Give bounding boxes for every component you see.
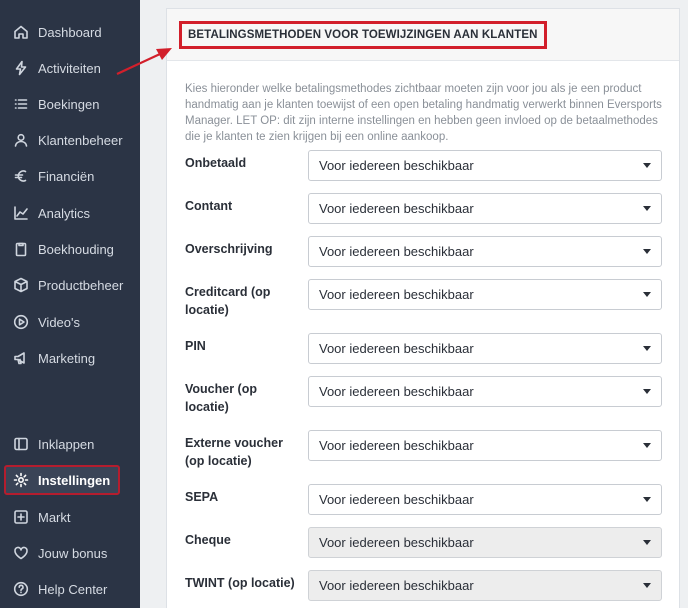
sidebar-item-help-center[interactable]: Help Center	[0, 574, 140, 604]
payment-method-select[interactable]: Voor iedereen beschikbaar	[308, 430, 662, 461]
sidebar-item-dashboard[interactable]: Dashboard	[0, 17, 140, 47]
sidebar-item-label: Analytics	[38, 205, 91, 221]
payment-method-label: Overschrijving	[185, 242, 273, 256]
caret-down-icon	[643, 163, 651, 168]
clipboard-icon	[12, 240, 30, 258]
payment-method-select[interactable]: Voor iedereen beschikbaar	[308, 193, 662, 224]
chart-icon	[12, 204, 30, 222]
payment-method-label: Externe voucher (op locatie)	[185, 436, 283, 468]
payment-method-select[interactable]: Voor iedereen beschikbaar	[308, 570, 662, 601]
payment-method-label: TWINT (op locatie)	[185, 576, 295, 590]
user-icon	[12, 131, 30, 149]
sidebar-item-label: Dashboard	[38, 24, 102, 40]
bolt-icon	[12, 59, 30, 77]
sidebar-item-label: Help Center	[38, 581, 108, 597]
sidebar-item-label: Klantenbeheer	[38, 132, 123, 148]
sidebar-item-jouw-bonus[interactable]: Jouw bonus	[0, 538, 140, 568]
sidebar-item-instellingen[interactable]: Instellingen	[4, 465, 120, 495]
select-value: Voor iedereen beschikbaar	[319, 341, 474, 356]
sidebar-item-label: Marketing	[38, 350, 96, 366]
sidebar-item-boekingen[interactable]: Boekingen	[0, 89, 140, 119]
select-value: Voor iedereen beschikbaar	[319, 244, 474, 259]
payment-method-label: Contant	[185, 199, 233, 213]
payment-method-select[interactable]: Voor iedereen beschikbaar	[308, 527, 662, 558]
caret-down-icon	[643, 540, 651, 545]
select-value: Voor iedereen beschikbaar	[319, 158, 474, 173]
collapse-icon	[12, 435, 30, 453]
sidebar-item-label: Instellingen	[38, 472, 111, 488]
payment-method-select[interactable]: Voor iedereen beschikbaar	[308, 333, 662, 364]
select-value: Voor iedereen beschikbaar	[319, 535, 474, 550]
caret-down-icon	[643, 583, 651, 588]
payment-method-select[interactable]: Voor iedereen beschikbaar	[308, 376, 662, 407]
payment-methods-card: BETALINGSMETHODEN VOOR TOEWIJZINGEN AAN …	[166, 8, 680, 608]
sidebar-item-markt[interactable]: Markt	[0, 502, 140, 532]
home-icon	[12, 23, 30, 41]
select-value: Voor iedereen beschikbaar	[319, 492, 474, 507]
sidebar-item-boekhouding[interactable]: Boekhouding	[0, 234, 140, 264]
card-description: Kies hieronder welke betalingsmethodes z…	[185, 83, 662, 143]
sidebar-item-klantenbeheer[interactable]: Klantenbeheer	[0, 125, 140, 155]
payment-method-select[interactable]: Voor iedereen beschikbaar	[308, 279, 662, 310]
sidebar-item-inklappen[interactable]: Inklappen	[0, 429, 140, 459]
payment-method-label: Voucher (op locatie)	[185, 382, 257, 414]
payment-method-select[interactable]: Voor iedereen beschikbaar	[308, 484, 662, 515]
sidebar-item-label: Markt	[38, 509, 71, 525]
help-icon	[12, 580, 30, 598]
sidebar-item-financien[interactable]: Financiën	[0, 161, 140, 191]
sidebar-item-activiteiten[interactable]: Activiteiten	[0, 53, 140, 83]
select-value: Voor iedereen beschikbaar	[319, 287, 474, 302]
heart-icon	[12, 544, 30, 562]
sidebar: Dashboard Activiteiten Boekingen Klanten…	[0, 0, 140, 608]
select-value: Voor iedereen beschikbaar	[319, 438, 474, 453]
list-icon	[12, 95, 30, 113]
caret-down-icon	[643, 249, 651, 254]
sidebar-item-productbeheer[interactable]: Productbeheer	[0, 270, 140, 300]
euro-icon	[12, 167, 30, 185]
payment-method-select[interactable]: Voor iedereen beschikbaar	[308, 236, 662, 267]
play-icon	[12, 313, 30, 331]
payment-method-label: PIN	[185, 339, 206, 353]
sidebar-item-label: Video's	[38, 314, 80, 330]
payment-method-label: Creditcard (op locatie)	[185, 285, 271, 317]
caret-down-icon	[643, 443, 651, 448]
caret-down-icon	[643, 346, 651, 351]
sidebar-item-label: Boekhouding	[38, 241, 114, 257]
sidebar-item-analytics[interactable]: Analytics	[0, 198, 140, 228]
sidebar-item-label: Inklappen	[38, 436, 95, 452]
megaphone-icon	[12, 349, 30, 367]
payment-method-label: Cheque	[185, 533, 231, 547]
caret-down-icon	[643, 497, 651, 502]
sidebar-item-label: Productbeheer	[38, 277, 124, 293]
select-value: Voor iedereen beschikbaar	[319, 578, 474, 593]
caret-down-icon	[643, 389, 651, 394]
caret-down-icon	[643, 206, 651, 211]
sidebar-item-label: Jouw bonus	[38, 545, 108, 561]
payment-method-label: Onbetaald	[185, 156, 247, 170]
sidebar-item-label: Boekingen	[38, 96, 100, 112]
select-value: Voor iedereen beschikbaar	[319, 384, 474, 399]
select-value: Voor iedereen beschikbaar	[319, 201, 474, 216]
caret-down-icon	[643, 292, 651, 297]
card-title: BETALINGSMETHODEN VOOR TOEWIJZINGEN AAN …	[179, 21, 547, 49]
plus-square-icon	[12, 508, 30, 526]
payment-method-label: SEPA	[185, 490, 219, 504]
card-header: BETALINGSMETHODEN VOOR TOEWIJZINGEN AAN …	[167, 9, 679, 61]
box-icon	[12, 276, 30, 294]
sidebar-item-label: Activiteiten	[38, 60, 101, 76]
sidebar-item-marketing[interactable]: Marketing	[0, 343, 140, 373]
payment-method-select[interactable]: Voor iedereen beschikbaar	[308, 150, 662, 181]
sidebar-item-videos[interactable]: Video's	[0, 307, 140, 337]
gear-icon	[12, 471, 30, 489]
sidebar-item-label: Financiën	[38, 168, 95, 184]
